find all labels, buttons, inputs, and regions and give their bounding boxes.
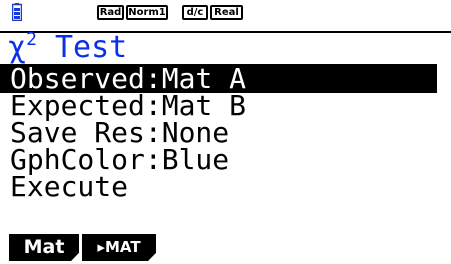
status-bar: Rad Norm1 d/c Real [0, 0, 451, 34]
f2-to-mat-button[interactable]: ▸MAT [82, 234, 156, 261]
fraction-mode-badge: d/c [182, 5, 208, 20]
complex-mode-badge: Real [210, 5, 243, 20]
display-mode-badge: Norm1 [126, 5, 168, 20]
execute-row[interactable]: Execute [0, 172, 451, 201]
title-text: Test [36, 30, 128, 65]
angle-mode-badge: Rad [97, 5, 124, 20]
page-title: χ2 Test [8, 29, 128, 65]
title-superscript: 2 [26, 29, 37, 50]
calculator-screen: Rad Norm1 d/c Real χ2 Test Observed:Mat … [0, 0, 451, 264]
f1-mat-button[interactable]: Mat [9, 234, 79, 261]
battery-icon [12, 3, 22, 21]
function-key-bar: Mat ▸MAT [0, 234, 451, 264]
title-chi: χ [8, 30, 27, 65]
